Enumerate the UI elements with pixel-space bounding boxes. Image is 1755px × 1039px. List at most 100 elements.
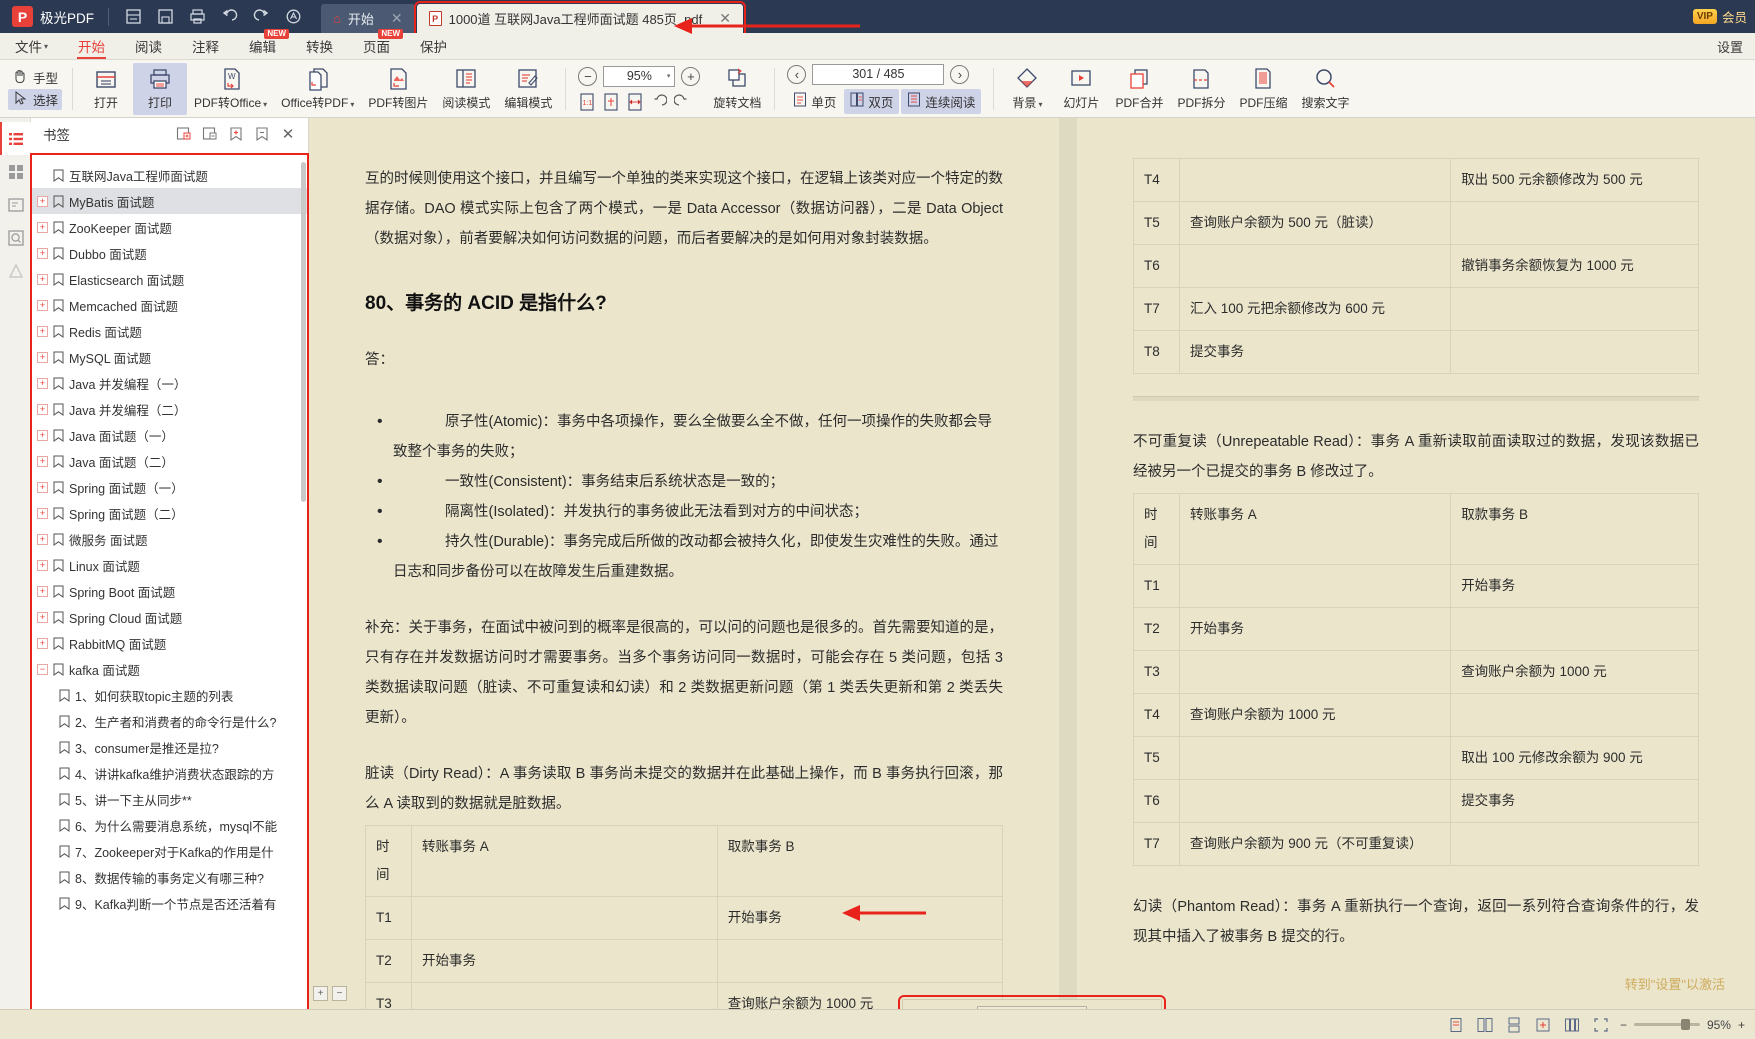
single-page-status-icon[interactable] xyxy=(1446,1014,1467,1035)
expand-node-icon[interactable]: + xyxy=(37,325,48,337)
page-number-field[interactable]: 301 / 485 xyxy=(812,63,945,85)
fit-page-status-icon[interactable] xyxy=(1533,1014,1554,1035)
close-panel-icon[interactable]: ✕ xyxy=(276,123,300,145)
search-text-button[interactable]: 搜索文字 xyxy=(1294,63,1356,115)
zoom-out-button[interactable]: − xyxy=(578,66,598,86)
menu-start[interactable]: 开始 xyxy=(63,33,120,60)
chevron-down-icon[interactable]: ▾ xyxy=(667,72,671,80)
expand-node-icon[interactable]: + xyxy=(37,247,48,259)
new-file-icon[interactable] xyxy=(119,3,147,29)
actual-size-icon[interactable]: 1:1 xyxy=(578,93,595,112)
fit-width-icon[interactable] xyxy=(626,93,643,112)
office-to-pdf-button[interactable]: Office转PDF ▾ xyxy=(274,63,361,115)
annotations-rail-icon[interactable] xyxy=(0,188,31,221)
expand-node-icon[interactable]: + xyxy=(37,403,48,415)
next-page-button[interactable]: › xyxy=(950,64,970,84)
expand-node-icon[interactable]: + xyxy=(37,507,48,519)
bookmarks-rail-icon[interactable] xyxy=(0,122,31,155)
bookmark-item[interactable]: + ZooKeeper 面试题 xyxy=(31,214,308,240)
expand-node-icon[interactable]: + xyxy=(37,351,48,363)
redo-icon[interactable] xyxy=(247,3,275,29)
bookmark-item[interactable]: 8、数据传输的事务定义有哪三种? xyxy=(31,864,308,890)
expand-node-icon[interactable]: + xyxy=(37,533,48,545)
expand-node-icon[interactable]: + xyxy=(37,585,48,597)
expand-node-icon[interactable]: + xyxy=(37,221,48,233)
bookmark-item[interactable]: 2、生产者和消费者的命令行是什么? xyxy=(31,708,308,734)
continuous-status-icon[interactable] xyxy=(1504,1014,1525,1035)
expand-panel-icon[interactable]: + xyxy=(313,986,328,1001)
previous-page-button[interactable]: ‹ xyxy=(787,64,807,84)
vip-area[interactable]: VIP 会员 xyxy=(1692,0,1755,33)
expand-node-icon[interactable]: + xyxy=(37,559,48,571)
zoom-in-button[interactable]: + xyxy=(681,66,701,86)
menu-read[interactable]: 阅读 xyxy=(120,33,177,60)
signature-rail-icon[interactable] xyxy=(0,254,31,287)
menu-convert[interactable]: 转换 xyxy=(291,33,348,60)
bookmark-item[interactable]: + Redis 面试题 xyxy=(31,318,308,344)
expand-node-icon[interactable]: + xyxy=(37,455,48,467)
expand-node-icon[interactable]: + xyxy=(37,195,48,207)
scrollbar[interactable] xyxy=(301,162,306,502)
bookmark-item[interactable]: + Linux 面试题 xyxy=(31,552,308,578)
open-button[interactable]: 打开 xyxy=(79,63,133,115)
bookmark-item[interactable]: + Dubbo 面试题 xyxy=(31,240,308,266)
expand-node-icon[interactable]: + xyxy=(37,273,48,285)
save-icon[interactable] xyxy=(151,3,179,29)
edit-mode-button[interactable]: 编辑模式 xyxy=(497,63,559,115)
expand-node-icon[interactable]: + xyxy=(37,429,48,441)
menu-file[interactable]: 文件 ▾ xyxy=(0,33,63,60)
pdf-compress-button[interactable]: PDF压缩 xyxy=(1232,63,1294,115)
bookmark-item[interactable]: + Java 面试题（一） xyxy=(31,422,308,448)
bookmark-item[interactable]: 9、Kafka判断一个节点是否还活着有 xyxy=(31,890,308,916)
bookmark-item[interactable]: 1、如何获取topic主题的列表 xyxy=(31,682,308,708)
bookmark-item[interactable]: 互联网Java工程师面试题 xyxy=(31,162,308,188)
background-button[interactable]: 背景 ▾ xyxy=(1000,63,1054,115)
tab-document[interactable]: P 1000道 互联网Java工程师面试题 485页 .pdf ✕ xyxy=(413,1,746,36)
grid-view-status-icon[interactable] xyxy=(1562,1014,1583,1035)
bookmark-item[interactable]: 4、讲讲kafka维护消费状态跟踪的方 xyxy=(31,760,308,786)
remove-bookmark-icon[interactable] xyxy=(250,123,274,145)
bookmark-item[interactable]: + 微服务 面试题 xyxy=(31,526,308,552)
single-page-button[interactable]: 单页 xyxy=(787,89,842,114)
pdf-split-button[interactable]: PDF拆分 xyxy=(1170,63,1232,115)
bookmark-item[interactable]: + MySQL 面试题 xyxy=(31,344,308,370)
zoom-slider-handle[interactable] xyxy=(1680,1019,1690,1030)
menu-page[interactable]: 页面 NEW xyxy=(348,28,405,60)
menu-annotate[interactable]: 注释 xyxy=(177,33,234,60)
expand-all-icon[interactable] xyxy=(172,123,196,145)
collapse-panel-icon[interactable]: − xyxy=(332,986,347,1001)
bookmark-item[interactable]: 7、Zookeeper对于Kafka的作用是什 xyxy=(31,838,308,864)
select-tool[interactable]: 选择 xyxy=(8,89,63,110)
bookmark-item[interactable]: + Java 并发编程（一） xyxy=(31,370,308,396)
rotate-right-icon[interactable] xyxy=(674,93,691,112)
close-icon[interactable]: ✕ xyxy=(719,10,731,27)
bookmark-item[interactable]: + Spring Cloud 面试题 xyxy=(31,604,308,630)
bookmark-item[interactable]: + MyBatis 面试题 xyxy=(31,188,308,214)
dual-page-status-icon[interactable] xyxy=(1475,1014,1496,1035)
read-mode-button[interactable]: 阅读模式 xyxy=(435,63,497,115)
fullscreen-status-icon[interactable] xyxy=(1591,1014,1612,1035)
pdf-to-office-button[interactable]: W PDF转Office ▾ xyxy=(187,63,274,115)
menu-protect[interactable]: 保护 xyxy=(405,33,462,60)
print-button[interactable]: 打印 xyxy=(133,62,188,115)
bookmark-item[interactable]: 5、讲一下主从同步** xyxy=(31,786,308,812)
rotate-left-icon[interactable] xyxy=(650,93,668,112)
bookmark-item[interactable]: + Memcached 面试题 xyxy=(31,292,308,318)
fit-page-icon[interactable] xyxy=(602,93,619,112)
collapse-all-icon[interactable] xyxy=(198,123,222,145)
print-icon[interactable] xyxy=(183,3,211,29)
expand-node-icon[interactable]: + xyxy=(37,481,48,493)
close-icon[interactable]: ✕ xyxy=(391,10,403,27)
bookmark-item[interactable]: + RabbitMQ 面试题 xyxy=(31,630,308,656)
menu-edit[interactable]: 编辑 NEW xyxy=(234,28,291,60)
bookmark-item[interactable]: 6、为什么需要消息系统，mysql不能 xyxy=(31,812,308,838)
rotate-doc-button[interactable]: 旋转文档 xyxy=(706,63,768,115)
search-rail-icon[interactable] xyxy=(0,221,31,254)
slideshow-button[interactable]: 幻灯片 xyxy=(1054,63,1108,115)
zoom-value-field[interactable]: 95% ▾ xyxy=(603,65,676,87)
bookmark-item[interactable]: + Java 并发编程（二） xyxy=(31,396,308,422)
bookmark-item[interactable]: + Elasticsearch 面试题 xyxy=(31,266,308,292)
expand-node-icon[interactable]: + xyxy=(37,377,48,389)
bookmark-item[interactable]: − kafka 面试题 xyxy=(31,656,308,682)
zoom-slider[interactable] xyxy=(1633,1019,1700,1030)
